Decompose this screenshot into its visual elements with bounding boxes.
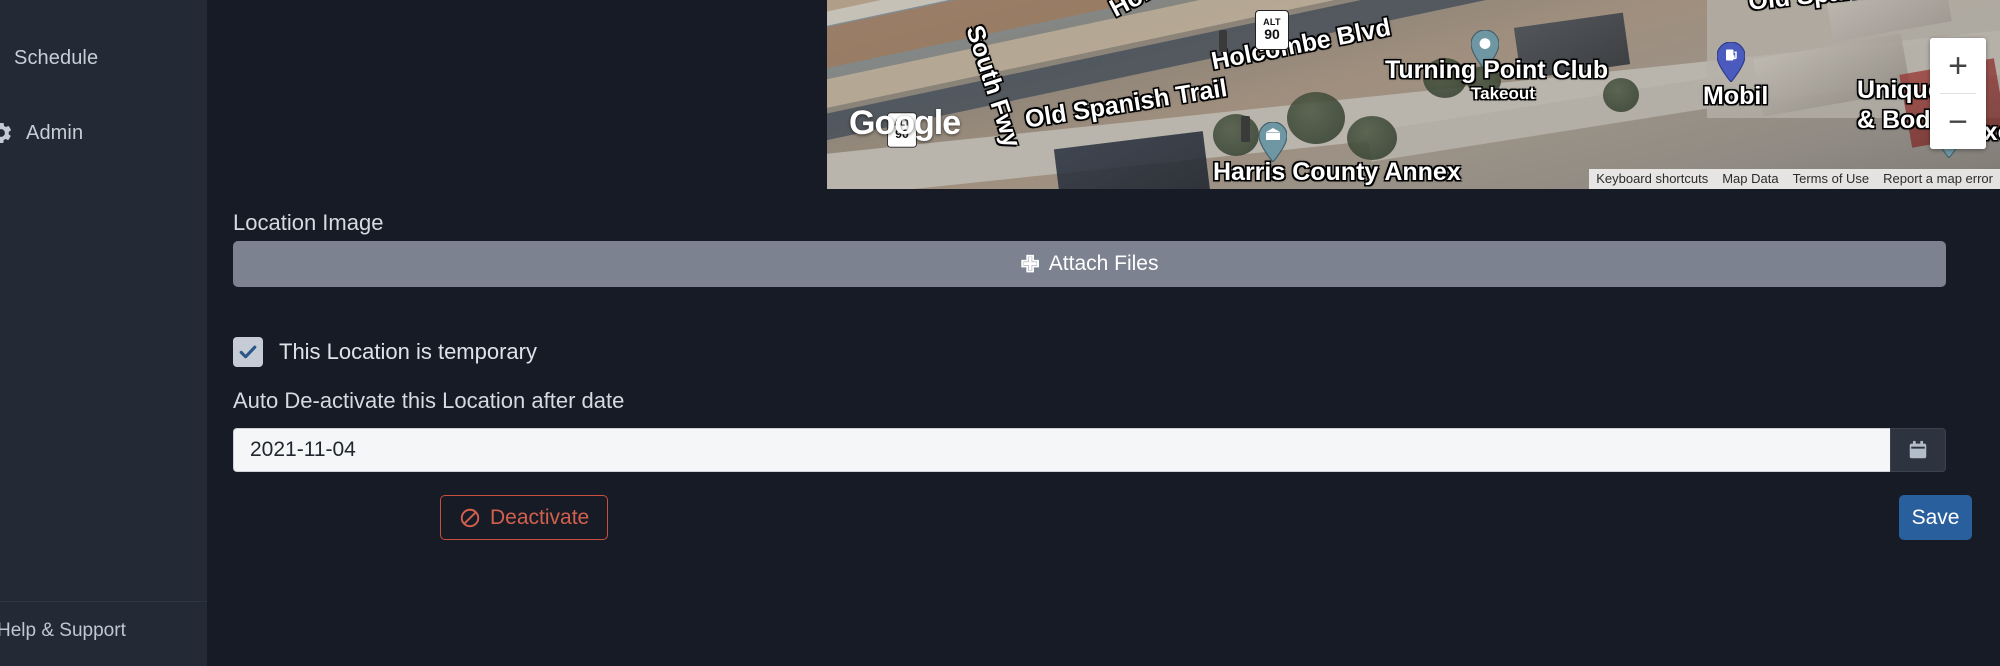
temporary-location-row[interactable]: This Location is temporary [233,337,537,367]
map-traffic-signal-icon [1241,116,1250,142]
calendar-icon [1909,440,1927,459]
sidebar-item-help-support[interactable]: Help & Support [0,620,126,642]
sidebar-item-label-help: Help & Support [0,620,126,641]
ban-icon [459,507,481,529]
map-zoom-controls[interactable]: + − [1930,38,1986,149]
attach-files-label: Attach Files [1048,252,1159,275]
app-root: Schedule Admin Help & Support South Fwy … [0,0,2000,666]
attach-files-button[interactable]: ✙ Attach Files [233,241,1946,287]
map-data-link[interactable]: Map Data [1715,169,1786,189]
map-pin-harris-county-annex[interactable] [1259,122,1287,162]
plus-icon: ✙ [1020,250,1040,277]
location-image-label: Location Image [233,210,384,235]
save-button[interactable]: Save [1899,495,1972,540]
map-zoom-out-button[interactable]: − [1930,94,1986,149]
sidebar-item-admin[interactable]: Admin [0,120,83,146]
auto-deactivate-date-input[interactable] [233,428,1890,472]
map-pin-mobil[interactable] [1717,42,1745,82]
sidebar-item-label-admin: Admin [26,121,84,144]
shield-number: 90 [1264,26,1280,43]
map-traffic-signal-icon-2 [1219,30,1227,52]
sidebar: Schedule Admin Help & Support [0,0,207,666]
deactivate-button[interactable]: Deactivate [440,495,609,540]
map-pin-turning-point-club[interactable] [1471,30,1499,70]
date-picker-button[interactable] [1890,428,1946,472]
auto-deactivate-label: Auto De-activate this Location after dat… [233,388,625,413]
sidebar-divider [0,601,207,602]
map-keyboard-shortcuts-link[interactable]: Keyboard shortcuts [1589,169,1716,189]
google-logo: Google [849,104,961,142]
gear-icon [0,120,14,146]
temporary-location-checkbox[interactable] [233,337,263,367]
map-highway-shield-alt-90: ALT 90 [1255,10,1289,50]
map-report-error-link[interactable]: Report a map error [1876,169,2000,189]
location-map[interactable]: South Fwy Old Spanish Trail Holcombe Blv… [827,0,2000,189]
checkmark-icon [239,345,257,359]
map-zoom-in-button[interactable]: + [1930,38,1986,93]
map-attribution-bar: Keyboard shortcuts Map Data Terms of Use… [1589,169,2000,189]
auto-deactivate-date-row [233,428,1946,472]
temporary-location-label: This Location is temporary [279,339,537,364]
main-content: South Fwy Old Spanish Trail Holcombe Blv… [207,0,2000,666]
sidebar-item-schedule[interactable]: Schedule [14,47,98,70]
deactivate-label: Deactivate [490,505,590,529]
map-canvas[interactable]: South Fwy Old Spanish Trail Holcombe Blv… [827,0,2000,189]
sidebar-item-label-schedule: Schedule [14,47,99,69]
map-terms-of-use-link[interactable]: Terms of Use [1785,169,1877,189]
